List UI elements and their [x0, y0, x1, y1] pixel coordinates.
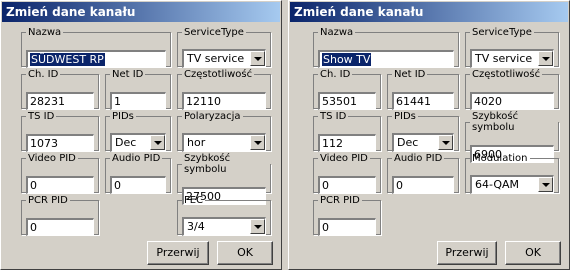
ok-button[interactable]: OK — [505, 241, 561, 265]
pids-group: PIDs Dec — [105, 111, 171, 152]
audio-pid-input[interactable]: 0 — [392, 176, 454, 194]
szybkosc-symbolu-group: Szybkość symbolu 6900 — [465, 111, 559, 163]
chevron-down-icon[interactable] — [538, 51, 553, 66]
video-pid-label: Video PID — [28, 153, 76, 164]
pcr-pid-group: PCR PID 0 — [21, 195, 99, 236]
polaryzacja-group: Polaryzacja hor — [177, 111, 271, 152]
net-id-input[interactable]: 1 — [110, 92, 166, 110]
pids-value: Dec — [115, 136, 137, 149]
chevron-down-icon[interactable] — [150, 135, 165, 150]
video-pid-input[interactable]: 0 — [26, 176, 94, 194]
nazwa-group: Nazwa Show TV — [313, 27, 459, 68]
video-pid-group: Video PID 0 — [313, 153, 381, 194]
ts-id-input[interactable]: 1073 — [26, 134, 94, 152]
czestotliwosc-group: Częstotliwość 12110 — [177, 69, 271, 110]
fec-group: FEC 3/4 — [177, 195, 271, 236]
pids-value: Dec — [397, 136, 419, 149]
cancel-button[interactable]: Przerwij — [147, 241, 209, 265]
dialog-title: Zmień dane kanału — [290, 2, 568, 22]
video-pid-group: Video PID 0 — [21, 153, 99, 194]
chevron-down-icon[interactable] — [538, 177, 553, 192]
czestotliwosc-input[interactable]: 12110 — [182, 92, 266, 110]
polaryzacja-value: hor — [187, 136, 206, 149]
video-pid-label: Video PID — [320, 153, 368, 164]
audio-pid-label: Audio PID — [112, 153, 161, 164]
ts-id-group: TS ID 112 — [313, 111, 381, 152]
modulation-select[interactable]: 64-QAM — [470, 175, 554, 194]
szybkosc-symbolu-group: Szybkość symbolu 27500 — [177, 153, 271, 205]
pcr-pid-label: PCR PID — [320, 195, 360, 206]
pcr-pid-group: PCR PID 0 — [313, 195, 381, 236]
nazwa-value: SÜDWEST RP — [30, 53, 105, 66]
ch-id-input[interactable]: 28231 — [26, 92, 94, 110]
modulation-group: Modulation 64-QAM — [465, 153, 559, 194]
audio-pid-group: Audio PID 0 — [387, 153, 459, 194]
cancel-button[interactable]: Przerwij — [437, 241, 497, 265]
service-type-value: TV service — [475, 52, 533, 65]
ts-id-label: TS ID — [28, 111, 55, 122]
szybkosc-symbolu-label: Szybkość symbolu — [472, 111, 519, 133]
ts-id-input[interactable]: 112 — [318, 134, 376, 152]
net-id-group: Net ID 1 — [105, 69, 171, 110]
ts-id-group: TS ID 1073 — [21, 111, 99, 152]
net-id-group: Net ID 61441 — [387, 69, 459, 110]
modulation-value: 64-QAM — [475, 178, 520, 191]
edit-channel-dialog-dvbs: Zmień dane kanału Nazwa SÜDWEST RP Servi… — [0, 0, 282, 270]
chevron-down-icon[interactable] — [250, 135, 265, 150]
polaryzacja-label: Polaryzacja — [184, 111, 241, 122]
ch-id-label: Ch. ID — [320, 69, 351, 80]
net-id-label: Net ID — [394, 69, 426, 80]
polaryzacja-select[interactable]: hor — [182, 133, 266, 152]
ch-id-input[interactable]: 53501 — [318, 92, 376, 110]
pcr-pid-input[interactable]: 0 — [318, 218, 376, 236]
czestotliwosc-input[interactable]: 4020 — [470, 92, 554, 110]
service-type-group: ServiceType TV service — [177, 27, 271, 68]
chevron-down-icon[interactable] — [250, 219, 265, 234]
service-type-label: ServiceType — [184, 27, 244, 38]
czestotliwosc-label: Częstotliwość — [184, 69, 253, 80]
service-type-select[interactable]: TV service — [182, 49, 266, 68]
nazwa-label: Nazwa — [28, 27, 62, 38]
service-type-group: ServiceType TV service — [465, 27, 559, 68]
edit-channel-dialog-dvbc: Zmień dane kanału Nazwa Show TV ServiceT… — [288, 0, 570, 270]
chevron-down-icon[interactable] — [250, 51, 265, 66]
nazwa-group: Nazwa SÜDWEST RP — [21, 27, 171, 68]
fec-value: 3/4 — [187, 220, 205, 233]
service-type-select[interactable]: TV service — [470, 49, 554, 68]
pids-label: PIDs — [112, 111, 134, 122]
ok-button[interactable]: OK — [217, 241, 273, 265]
ch-id-label: Ch. ID — [28, 69, 59, 80]
nazwa-input[interactable]: Show TV — [318, 50, 454, 68]
fec-label: FEC — [184, 195, 204, 206]
pids-select[interactable]: Dec — [110, 133, 166, 152]
audio-pid-label: Audio PID — [394, 153, 443, 164]
ch-id-group: Ch. ID 28231 — [21, 69, 99, 110]
nazwa-label: Nazwa — [320, 27, 354, 38]
service-type-value: TV service — [187, 52, 245, 65]
szybkosc-symbolu-label: Szybkość symbolu — [184, 153, 231, 175]
ts-id-label: TS ID — [320, 111, 347, 122]
pids-select[interactable]: Dec — [392, 133, 454, 152]
video-pid-input[interactable]: 0 — [318, 176, 376, 194]
czestotliwosc-group: Częstotliwość 4020 — [465, 69, 559, 110]
pids-group: PIDs Dec — [387, 111, 459, 152]
nazwa-value: Show TV — [322, 53, 372, 66]
net-id-label: Net ID — [112, 69, 144, 80]
nazwa-input[interactable]: SÜDWEST RP — [26, 50, 166, 68]
czestotliwosc-label: Częstotliwość — [472, 69, 541, 80]
audio-pid-group: Audio PID 0 — [105, 153, 171, 194]
pids-label: PIDs — [394, 111, 416, 122]
pcr-pid-label: PCR PID — [28, 195, 68, 206]
fec-select[interactable]: 3/4 — [182, 217, 266, 236]
audio-pid-input[interactable]: 0 — [110, 176, 166, 194]
net-id-input[interactable]: 61441 — [392, 92, 454, 110]
pcr-pid-input[interactable]: 0 — [26, 218, 94, 236]
chevron-down-icon[interactable] — [438, 135, 453, 150]
ch-id-group: Ch. ID 53501 — [313, 69, 381, 110]
dialog-title: Zmień dane kanału — [2, 2, 280, 22]
service-type-label: ServiceType — [472, 27, 532, 38]
modulation-label: Modulation — [472, 153, 528, 164]
